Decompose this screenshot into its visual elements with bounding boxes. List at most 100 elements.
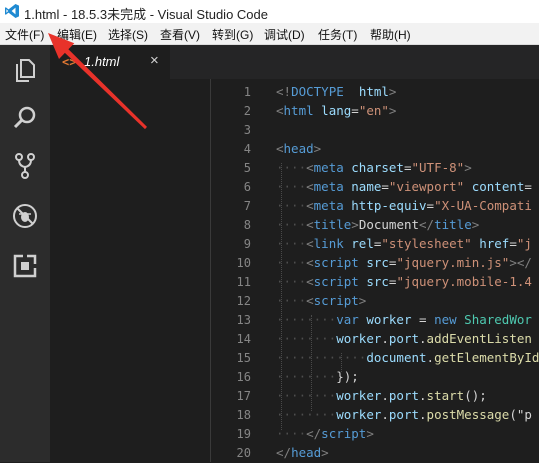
debug-button[interactable] (0, 196, 50, 236)
code-token: > (388, 84, 397, 99)
code-line[interactable]: 9 ····<link rel="stylesheet" href="j (50, 235, 539, 254)
code-token: > (358, 293, 367, 308)
code-line[interactable]: 6 ····<meta name="viewport" content= (50, 178, 539, 197)
code-token: ············ (276, 350, 367, 365)
menu-go[interactable]: 转到(G) (212, 26, 253, 43)
code-token: </ (306, 426, 322, 441)
code-token: title (434, 217, 472, 232)
search-button[interactable] (0, 98, 50, 138)
code-token: ···· (276, 198, 307, 213)
code-token: ···· (276, 426, 307, 441)
code-token: < (306, 274, 314, 289)
code-token: ···· (276, 217, 307, 232)
code-token: charset (351, 160, 404, 175)
menu-edit[interactable]: 编辑(E) (57, 26, 97, 43)
line-number: 17 (236, 389, 251, 403)
line-number: 1 (243, 85, 251, 99)
menu-file[interactable]: 文件(F) (5, 26, 44, 43)
tab-1-html[interactable]: <> 1.html × (50, 45, 170, 79)
code-text: ········worker.port.postMessage("p (276, 407, 532, 422)
debug-icon (13, 204, 37, 228)
source-control-button[interactable] (0, 146, 50, 186)
code-token: > (351, 217, 359, 232)
code-line[interactable]: 5 ····<meta charset="UTF-8"> (50, 159, 539, 178)
code-line[interactable]: 15 ············document.getElementById (50, 349, 539, 368)
explorer-button[interactable] (0, 50, 50, 90)
code-token: > (313, 141, 322, 156)
code-token: = (524, 179, 532, 194)
code-line[interactable]: 1 <!DOCTYPE html> (50, 83, 539, 102)
code-token: ········ (276, 388, 337, 403)
menu-view[interactable]: 查看(V) (160, 26, 200, 43)
menu-selection[interactable]: 选择(S) (108, 26, 148, 43)
code-token: = (426, 198, 435, 213)
code-token: < (276, 141, 284, 156)
explorer-icon (16, 59, 35, 82)
code-token: . (419, 331, 427, 346)
code-line[interactable]: 11 ····<script src="jquery.mobile-1.4 (50, 273, 539, 292)
code-token: title (313, 217, 352, 232)
code-token: script (313, 274, 359, 289)
code-text: ········}); (276, 369, 359, 384)
code-token: > (388, 103, 397, 118)
code-token: meta (313, 198, 344, 213)
code-token: < (306, 293, 314, 308)
line-number: 2 (243, 104, 251, 118)
code-token: worker (336, 407, 382, 422)
code-token: port (388, 331, 420, 346)
code-token: > (464, 160, 472, 175)
line-number: 13 (236, 313, 251, 327)
line-number: 6 (243, 180, 251, 194)
extensions-button[interactable] (0, 246, 50, 286)
code-token: ········ (276, 312, 337, 327)
code-line[interactable]: 3 (50, 121, 539, 140)
code-line[interactable]: 2 <html lang="en"> (50, 102, 539, 121)
code-token: "X-UA-Compati (434, 198, 532, 213)
code-token: "UTF-8" (411, 160, 465, 175)
code-token: worker (336, 331, 382, 346)
menu-tasks[interactable]: 任务(T) (318, 26, 357, 43)
code-token: ········ (276, 331, 337, 346)
code-token: ···· (276, 236, 307, 251)
code-line[interactable]: 14 ········worker.port.addEventListen (50, 330, 539, 349)
line-number: 15 (236, 351, 251, 365)
code-line[interactable]: 17 ········worker.port.start(); (50, 387, 539, 406)
code-editor[interactable]: 1 <!DOCTYPE html> 2 <html lang="en"> 3 4 <head… (50, 79, 539, 462)
menu-help[interactable]: 帮助(H) (370, 26, 411, 43)
code-token: start (426, 388, 465, 403)
html-file-icon: <> (62, 55, 77, 69)
code-line[interactable]: 13 ········var worker = new SharedWor (50, 311, 539, 330)
code-token: src (366, 274, 389, 289)
code-line[interactable]: 7 ····<meta http-equiv="X-UA-Compati (50, 197, 539, 216)
code-token: script (313, 255, 359, 270)
line-number: 18 (236, 408, 251, 422)
close-icon[interactable]: × (150, 52, 159, 69)
line-number: 11 (236, 275, 251, 289)
code-line[interactable]: 8 ····<title>Document</title> (50, 216, 539, 235)
line-number: 12 (236, 294, 251, 308)
code-line[interactable]: 18 ········worker.port.postMessage("p (50, 406, 539, 425)
code-line[interactable]: 16 ········}); (50, 368, 539, 387)
line-number: 7 (243, 199, 251, 213)
code-line[interactable]: 20 </head> (50, 444, 539, 463)
code-text: ····<meta charset="UTF-8"> (276, 160, 472, 175)
code-line[interactable]: 4 <head> (50, 140, 539, 159)
code-text: ········worker.port.start(); (276, 388, 487, 403)
code-line[interactable]: 19 ····</script> (50, 425, 539, 444)
code-token: name (351, 179, 382, 194)
line-number: 9 (243, 237, 251, 251)
code-text: ········var worker = new SharedWor (276, 312, 532, 327)
code-token: DOCTYPE (291, 84, 344, 99)
menu-debug[interactable]: 调试(D) (264, 26, 305, 43)
code-line[interactable]: 12 ····<script> (50, 292, 539, 311)
code-token: content (471, 179, 525, 194)
line-number: 3 (243, 123, 251, 137)
code-token: head (291, 445, 322, 460)
code-line[interactable]: 10 ····<script src="jquery.min.js"></ (50, 254, 539, 273)
code-token: ···· (276, 160, 307, 175)
code-text: ····</script> (276, 426, 374, 441)
line-number: 8 (243, 218, 251, 232)
code-token: var (336, 312, 359, 327)
code-text: ····<title>Document</title> (276, 217, 479, 232)
